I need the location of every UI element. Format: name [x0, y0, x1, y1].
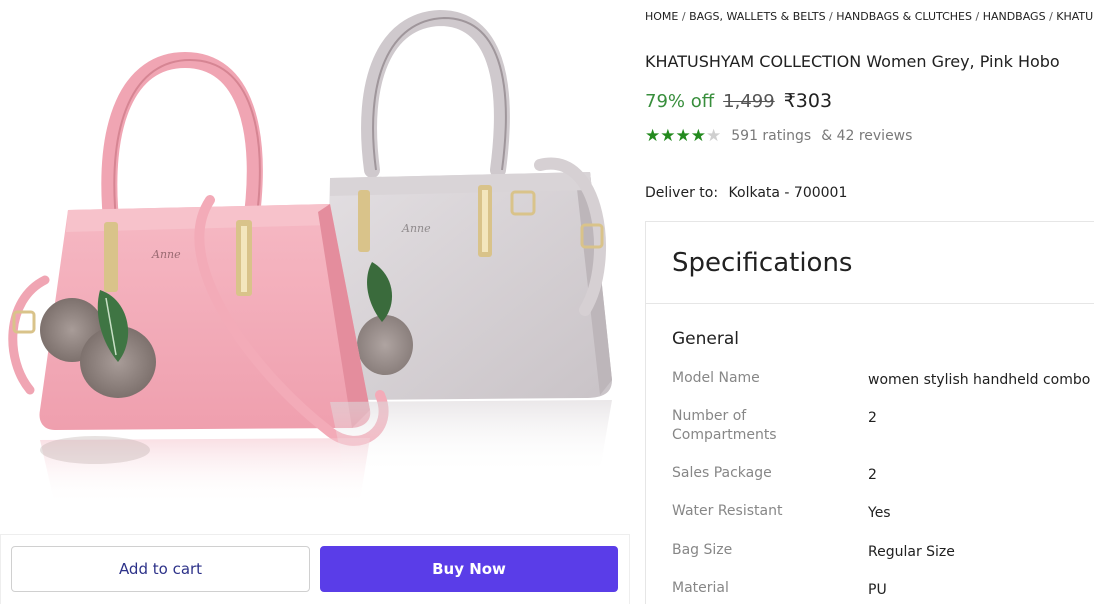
discount-percent: 79% off — [645, 91, 715, 112]
spec-key: Material — [672, 580, 729, 596]
grey-bag: Anne — [325, 9, 612, 400]
spec-value: Yes — [868, 505, 891, 521]
breadcrumb-handbags[interactable]: HANDBAGS — [983, 10, 1046, 23]
product-details-panel: HOME / BAGS, WALLETS & BELTS / HANDBAGS … — [645, 0, 1094, 604]
star-empty-icon: ★ — [706, 126, 722, 146]
product-image[interactable]: Anne Anne — [0, 0, 628, 536]
product-title: KHATUSHYAM COLLECTION Women Grey, Pink H… — [645, 52, 1060, 71]
spec-key: Bag Size — [672, 542, 733, 558]
star-icon: ★ — [675, 126, 691, 146]
rating-stars: ★★★★★ — [645, 126, 721, 146]
product-media-panel: Anne Anne Add to cart Buy Now — [0, 0, 630, 604]
spec-value: PU — [868, 582, 887, 598]
pink-bag: Anne — [8, 51, 389, 446]
specifications-header: Specifications — [646, 222, 1094, 304]
star-icon: ★ — [660, 126, 676, 146]
breadcrumb-brand[interactable]: KHATUSHYAM COLLECTION HANDBAGS — [1056, 10, 1094, 23]
spec-key: Water Resistant — [672, 503, 783, 519]
svg-text:Anne: Anne — [151, 248, 181, 261]
deliver-label: Deliver to: — [645, 185, 719, 201]
breadcrumb: HOME / BAGS, WALLETS & BELTS / HANDBAGS … — [645, 10, 1094, 23]
spec-value: 2 — [868, 467, 877, 483]
spec-key: Number of Compartments — [672, 408, 777, 443]
handbags-illustration: Anne Anne — [8, 9, 612, 505]
delivery-location[interactable]: Deliver to: Kolkata - 700001 — [645, 185, 847, 201]
spec-value: women stylish handheld combo MS — [868, 372, 1094, 388]
original-price: 1,499 — [723, 91, 775, 112]
add-to-cart-button[interactable]: Add to cart — [11, 546, 310, 592]
star-icon: ★ — [645, 126, 661, 146]
ratings-count[interactable]: 591 ratings — [731, 128, 811, 144]
selling-price: ₹303 — [783, 90, 833, 112]
buy-now-button[interactable]: Buy Now — [320, 546, 618, 592]
spec-value: Regular Size — [868, 544, 955, 560]
breadcrumb-bags-wallets-belts[interactable]: BAGS, WALLETS & BELTS — [689, 10, 825, 23]
breadcrumb-home[interactable]: HOME — [645, 10, 678, 23]
svg-text:Anne: Anne — [401, 222, 431, 235]
rating-row: ★★★★★ 591 ratings & 42 reviews — [645, 126, 912, 146]
spec-key: Sales Package — [672, 465, 772, 481]
grey-bag-reflection — [330, 400, 612, 475]
specifications-title: Specifications — [672, 247, 853, 278]
price-row: 79% off 1,499 ₹303 — [645, 90, 832, 112]
spec-value: 2 — [868, 410, 877, 426]
spec-group-title: General — [672, 329, 739, 349]
action-button-row: Add to cart Buy Now — [0, 534, 630, 604]
reviews-count[interactable]: & 42 reviews — [821, 128, 912, 144]
deliver-location-value: Kolkata - 700001 — [728, 185, 848, 201]
breadcrumb-handbags-clutches[interactable]: HANDBAGS & CLUTCHES — [836, 10, 972, 23]
specifications-section: Specifications General Model Name women … — [645, 221, 1094, 604]
star-icon: ★ — [690, 126, 706, 146]
spec-key: Model Name — [672, 370, 760, 386]
